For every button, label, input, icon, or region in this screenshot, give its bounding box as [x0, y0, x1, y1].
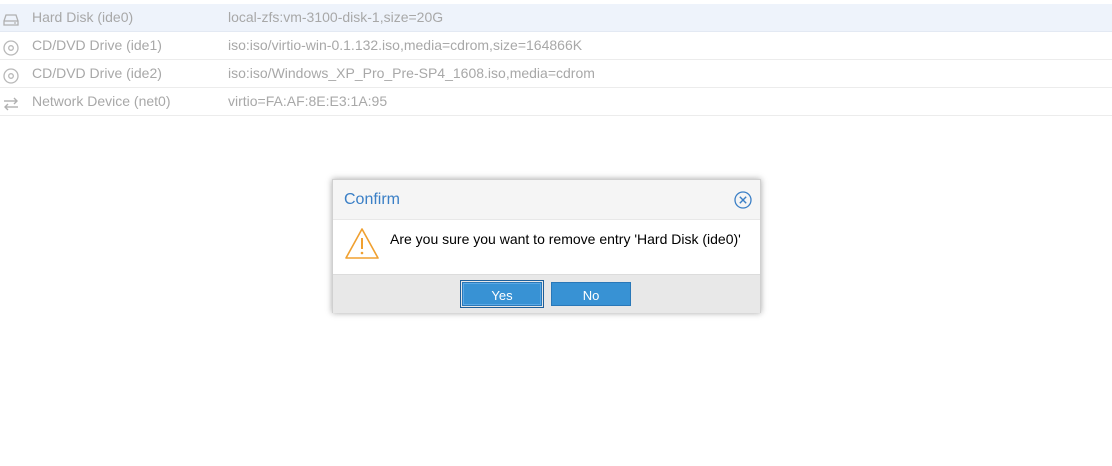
- confirm-message: Are you sure you want to remove entry 'H…: [390, 231, 741, 247]
- modal-mask: Confirm Are you sure you want to remove …: [0, 0, 1112, 466]
- confirm-dialog: Confirm Are you sure you want to remove …: [332, 179, 761, 313]
- dialog-header[interactable]: Confirm: [333, 180, 760, 220]
- dialog-body: Are you sure you want to remove entry 'H…: [333, 220, 760, 274]
- close-icon[interactable]: [734, 191, 752, 209]
- dialog-footer: Yes No: [333, 274, 760, 313]
- warning-triangle-icon: [344, 227, 380, 261]
- yes-button[interactable]: Yes: [460, 280, 544, 308]
- dialog-title: Confirm: [344, 191, 401, 208]
- no-button[interactable]: No: [551, 282, 631, 306]
